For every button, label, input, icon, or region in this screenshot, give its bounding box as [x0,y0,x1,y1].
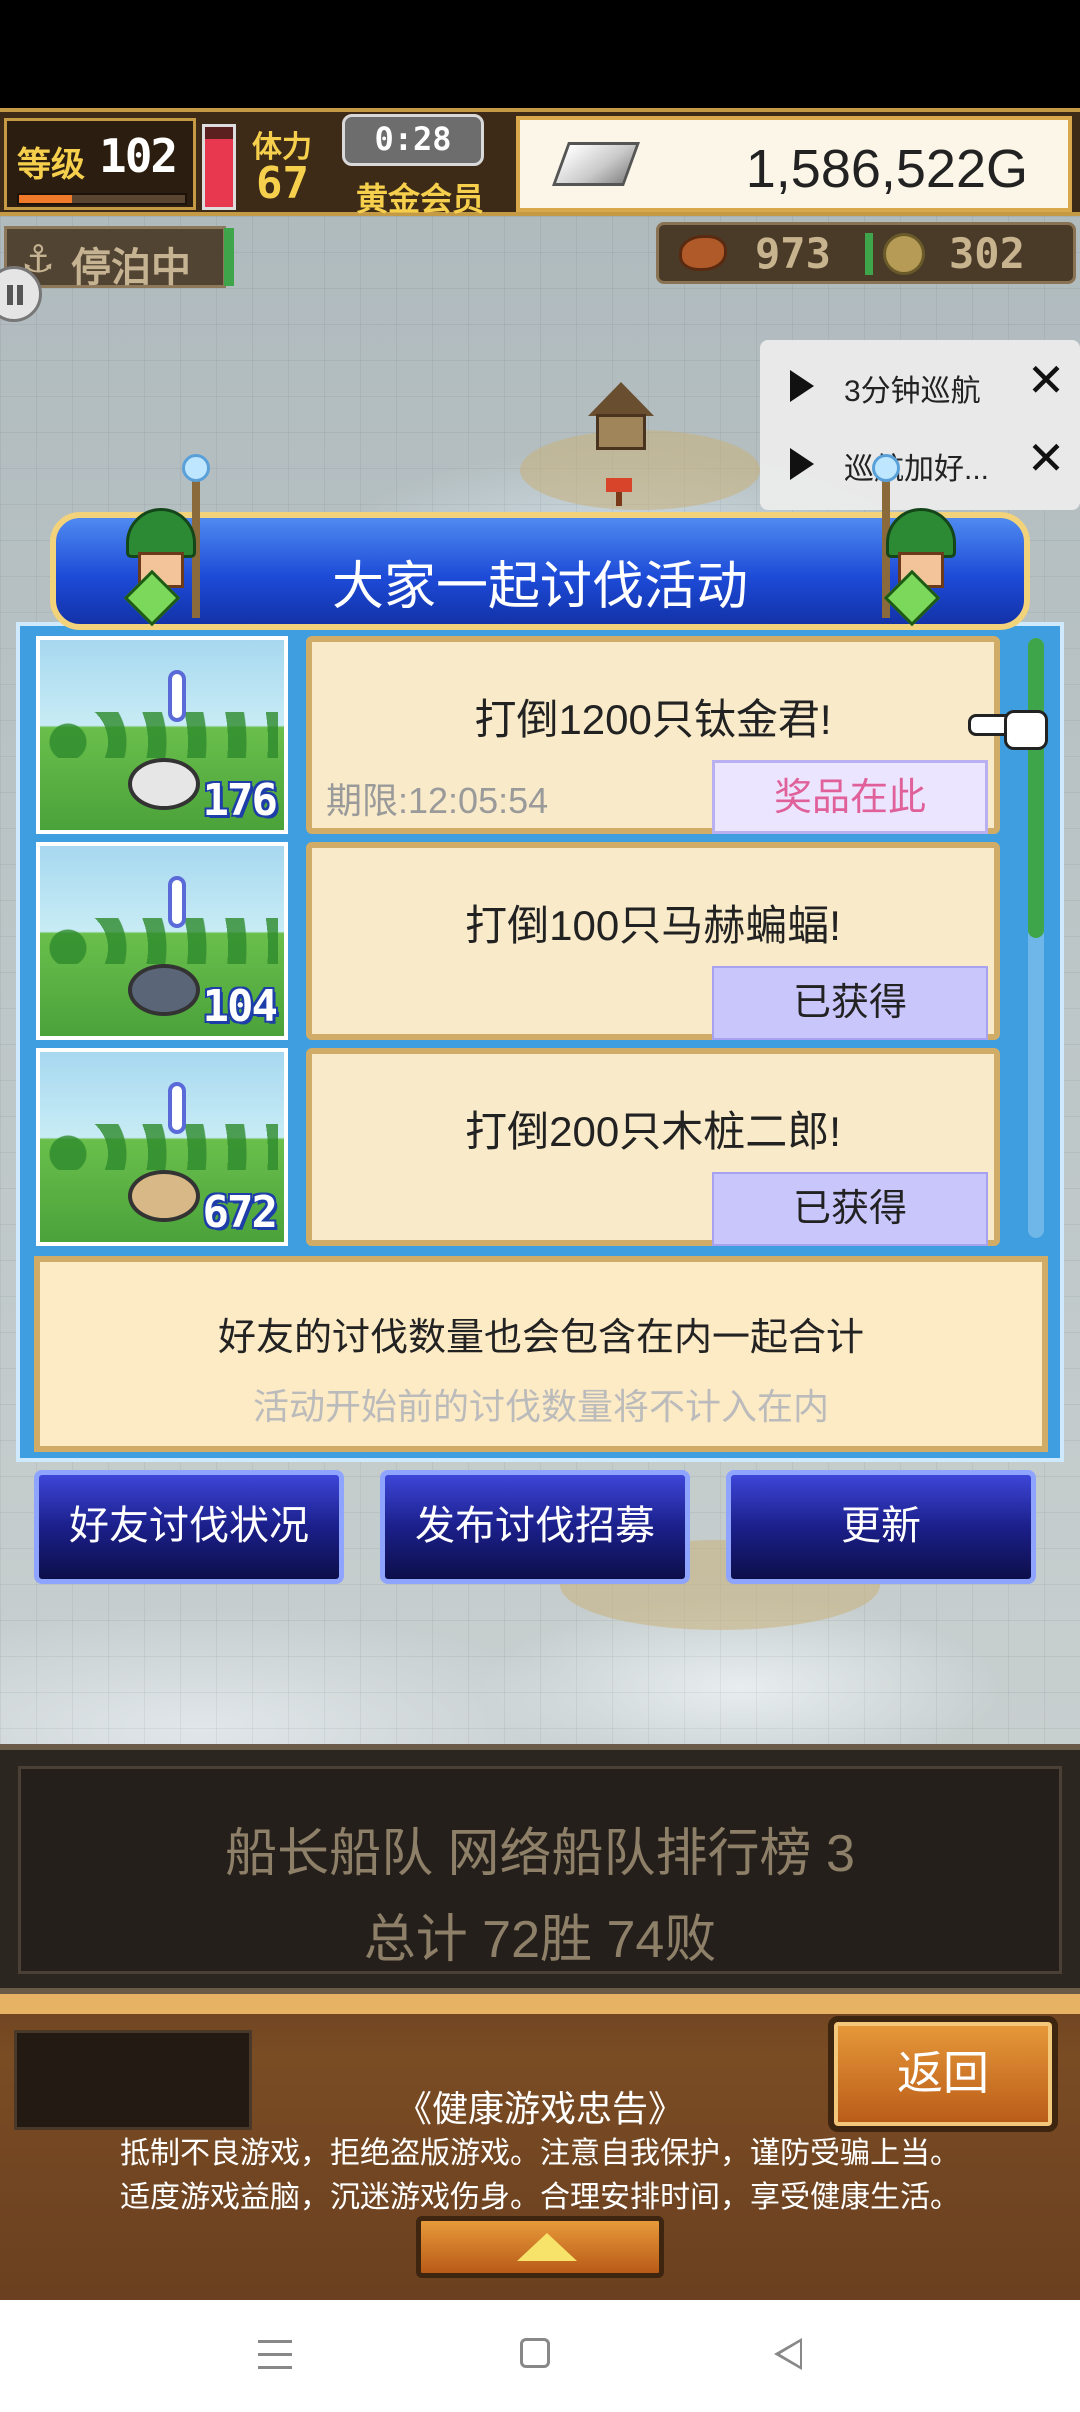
dock-status-label: 停泊中 [71,246,191,290]
info-text: 好友的讨伐数量也会包含在内一起合计 [217,1317,864,1359]
flag-icon [606,478,632,506]
stamina-value: 67 [256,158,309,209]
bottom-trim [0,1994,1080,2014]
friends-status-button[interactable]: 好友讨伐状况 [34,1470,344,1584]
quest-row: 104 打倒100只马赫蝙蝠! 已获得 [36,842,1026,1040]
game-screen: 等级 102 体力 67 0:28 黄金会员 1,586,522G ⚓ 停泊中 … [0,0,1080,2412]
quest-title: 打倒200只木桩二郎! [465,1108,841,1155]
medal-value: 302 [949,229,1025,278]
exclamation-icon [168,670,186,722]
level-panel: 等级 102 [4,118,196,210]
house-roof [588,382,654,416]
house-icon[interactable] [588,382,654,452]
defeat-count: 104 [202,981,278,1032]
gold-panel[interactable]: 1,586,522G [516,116,1072,212]
membership-label[interactable]: 黄金会员 [356,174,484,220]
refresh-button[interactable]: 更新 [726,1470,1036,1584]
health-advisory-title: 《健康游戏忠告》 [395,2088,684,2129]
play-icon [790,370,814,402]
stamina-timer: 0:28 [342,114,484,166]
gold-value: 1,586,522G [745,139,1028,199]
home-icon[interactable] [520,2338,550,2368]
claimed-button[interactable]: 已获得 [712,1172,988,1246]
quest-deadline: 期限:12:05:54 [326,780,549,821]
recent-apps-icon[interactable] [258,2340,292,2370]
exclamation-icon [168,876,186,928]
pointer-hand-icon [968,700,1048,750]
notification-label: 巡航加好... [844,453,990,486]
event-dialog: 176 打倒1200只钛金君! 期限:12:05:54 奖品在此 104 打倒1… [16,622,1064,1462]
stamina-bar [202,124,236,210]
stump-monster-icon [128,1170,200,1222]
quest-row: 176 打倒1200只钛金君! 期限:12:05:54 奖品在此 [36,636,1026,834]
resource-panel: 973 302 [656,222,1076,284]
house-body [596,414,646,450]
quest-title: 打倒100只马赫蝙蝠! [465,902,841,949]
notification-item[interactable]: 3分钟巡航 ✕ [760,344,1080,420]
status-bar [0,0,1080,108]
quest-thumbnail: 104 [36,842,288,1040]
post-recruit-button[interactable]: 发布讨伐招募 [380,1470,690,1584]
fleet-panel: 船长船队 网络船队排行榜 3 总计 72胜 74败 [0,1744,1080,1994]
quest-thumbnail: 672 [36,1048,288,1246]
close-icon[interactable]: ✕ [1022,356,1070,404]
info-subtext: 活动开始前的讨伐数量将不计入在内 [252,1386,829,1427]
fleet-ranking: 船长船队 网络船队排行榜 3 [225,1825,855,1883]
notification-item[interactable]: 巡航加好... ✕ [760,422,1080,498]
orb-icon [872,454,900,482]
scrollbar-thumb[interactable] [1028,638,1044,938]
orb-icon [182,454,210,482]
fleet-info[interactable]: 船长船队 网络船队排行榜 3 总计 72胜 74败 [18,1766,1062,1974]
exclamation-icon [168,1082,186,1134]
health-advisory-line: 适度游戏益脑，沉迷游戏伤身。合理安排时间，享受健康生活。 [120,2181,960,2214]
wizard-hat [886,508,956,558]
health-advisory-line: 抵制不良游戏，拒绝盗版游戏。注意自我保护，谨防受骗上当。 [120,2137,960,2170]
info-box: 好友的讨伐数量也会包含在内一起合计 活动开始前的讨伐数量将不计入在内 [34,1256,1048,1452]
quest-card: 打倒100只马赫蝙蝠! 已获得 [306,842,1000,1040]
level-value: 102 [99,129,178,183]
quest-thumbnail: 176 [36,636,288,834]
trees-decoration [48,918,278,964]
notification-label: 3分钟巡航 [844,375,981,408]
back-icon[interactable] [774,2338,802,2370]
quest-list[interactable]: 176 打倒1200只钛金君! 期限:12:05:54 奖品在此 104 打倒1… [36,636,1026,1248]
event-header: 大家一起讨伐活动 [50,454,1030,630]
expand-menu-button[interactable] [416,2216,664,2278]
close-icon[interactable]: ✕ [1022,434,1070,482]
bottom-bar: 返回 《健康游戏忠告》 抵制不良游戏，拒绝盗版游戏。注意自我保护，谨防受骗上当。… [0,1994,1080,2300]
dock-indicator [224,228,234,286]
level-progress-bar [17,193,187,205]
monster-icon [128,758,200,810]
prize-button[interactable]: 奖品在此 [712,760,988,834]
claimed-button[interactable]: 已获得 [712,966,988,1040]
fleet-record: 总计 72胜 74败 [363,1911,717,1969]
silver-ingot-icon [551,142,641,186]
play-icon [790,448,814,480]
bat-monster-icon [128,964,200,1016]
stamina-fill [205,139,233,207]
level-progress-fill [19,195,73,203]
quest-row: 672 打倒200只木桩二郎! 已获得 [36,1048,1026,1246]
notification-panel: 3分钟巡航 ✕ 巡航加好... ✕ [760,340,1080,510]
trees-decoration [48,712,278,758]
defeat-count: 176 [202,775,278,826]
system-navigation-bar [0,2300,1080,2412]
food-value: 973 [755,229,831,278]
meat-icon [679,235,727,271]
medal-icon [883,233,925,275]
quest-card: 打倒200只木桩二郎! 已获得 [306,1048,1000,1246]
top-hud: 等级 102 体力 67 0:28 黄金会员 1,586,522G [0,108,1080,217]
up-arrow-icon [517,2233,577,2261]
level-label: 等级 [17,146,85,184]
defeat-count: 672 [202,1187,278,1238]
trees-decoration [48,1124,278,1170]
resource-divider [865,233,873,275]
quest-title: 打倒1200只钛金君! [474,696,832,743]
quest-card: 打倒1200只钛金君! 期限:12:05:54 奖品在此 [306,636,1000,834]
wizard-mascot-icon [872,454,966,628]
